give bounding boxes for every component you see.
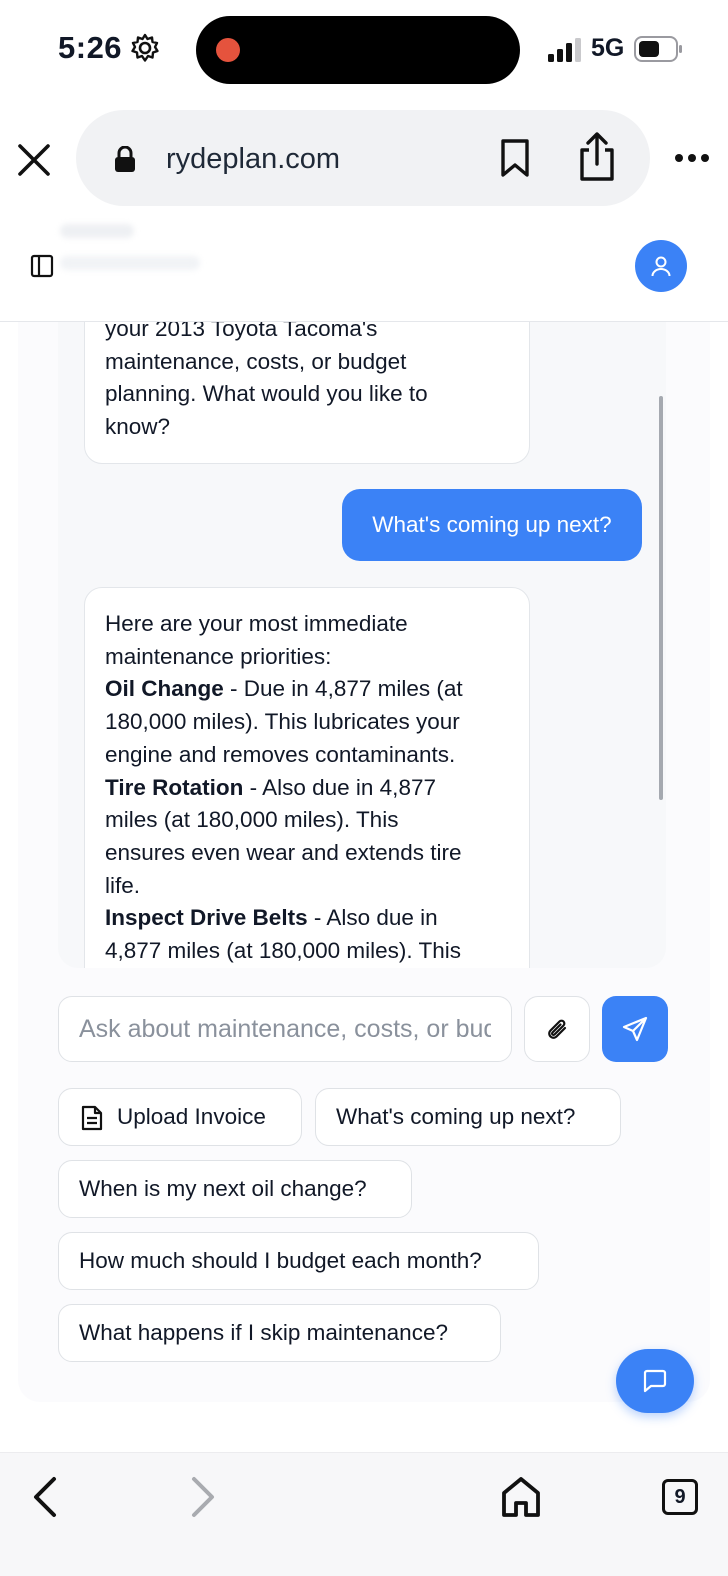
dynamic-island <box>196 16 520 84</box>
message-line: your 2013 Toyota Tacoma's <box>105 322 378 341</box>
priority-item-tire-rotation: Tire Rotation - Also due in 4,877 <box>105 772 509 805</box>
suggestion-chip-skip[interactable]: What happens if I skip maintenance? <box>58 1304 501 1362</box>
paperclip-icon <box>548 1019 567 1039</box>
tabs-button[interactable]: 9 <box>662 1479 698 1515</box>
chat-scrollbar[interactable] <box>659 396 663 800</box>
user-account-button[interactable] <box>635 240 687 292</box>
address-bar[interactable]: rydeplan.com <box>76 110 650 206</box>
chat-messages[interactable]: your 2013 Toyota Tacoma's maintenance, c… <box>58 322 666 968</box>
forward-icon[interactable] <box>186 1475 218 1519</box>
priority-title: Inspect Drive Belts <box>105 905 308 931</box>
battery-icon <box>634 36 682 62</box>
status-time: 5:26 <box>58 30 123 65</box>
upload-invoice-button[interactable]: Upload Invoice <box>58 1088 302 1146</box>
message-line: 4,877 miles (at 180,000 miles). This <box>105 938 462 964</box>
priority-title: Oil Change <box>105 676 224 702</box>
priority-detail: - Due in 4,877 miles (at <box>223 676 463 702</box>
back-icon[interactable] <box>30 1475 62 1519</box>
message-line: life. <box>105 872 141 898</box>
suggestion-chip-budget[interactable]: How much should I budget each month? <box>58 1232 539 1290</box>
close-icon[interactable] <box>14 140 54 180</box>
message-input[interactable] <box>58 996 512 1062</box>
priority-title: Tire Rotation <box>105 774 244 800</box>
bookmark-icon[interactable] <box>500 138 530 178</box>
attach-button[interactable] <box>524 996 590 1062</box>
status-bar: 5:26 5G <box>0 0 728 100</box>
chat-launcher-button[interactable] <box>616 1349 694 1413</box>
send-icon <box>622 1016 648 1042</box>
message-line: Here are your most immediate <box>105 611 408 636</box>
lock-icon <box>115 146 135 172</box>
suggestion-chip-oil-change[interactable]: When is my next oil change? <box>58 1160 412 1218</box>
priority-detail: - Also due in <box>307 905 438 931</box>
assistant-message: Here are your most immediate maintenance… <box>84 587 530 968</box>
blurred-vehicle-title <box>60 224 134 238</box>
message-line: planning. What would you like to <box>105 381 428 407</box>
user-message: What's coming up next? <box>342 489 642 561</box>
sidebar-toggle-icon[interactable] <box>30 254 54 278</box>
url-text: rydeplan.com <box>166 143 341 175</box>
suggestion-chip-next[interactable]: What's coming up next? <box>315 1088 621 1146</box>
chip-label: Upload Invoice <box>117 1104 266 1129</box>
app-header <box>0 214 728 322</box>
home-icon[interactable] <box>500 1475 542 1519</box>
share-icon[interactable] <box>578 132 616 182</box>
priority-item-drive-belts: Inspect Drive Belts - Also due in <box>105 902 509 935</box>
document-icon <box>81 1105 103 1131</box>
priority-detail: - Also due in 4,877 <box>243 774 436 800</box>
message-line: 180,000 miles). This lubricates your <box>105 709 460 735</box>
more-icon[interactable] <box>674 153 710 163</box>
message-line: maintenance, costs, or budget <box>105 348 407 374</box>
message-line: engine and removes contaminants. <box>105 741 456 767</box>
signal-icon <box>548 38 581 62</box>
user-icon <box>651 256 671 277</box>
recording-indicator-icon <box>216 38 240 62</box>
message-line: maintenance priorities: <box>105 643 332 669</box>
browser-toolbar: rydeplan.com <box>0 108 728 208</box>
blurred-vehicle-subtitle <box>60 256 200 270</box>
network-type: 5G <box>591 34 625 62</box>
chat-icon <box>643 1369 667 1393</box>
browser-bottom-bar: 9 <box>0 1452 728 1576</box>
message-line: know? <box>105 414 171 440</box>
message-line: ensures even wear and extends tire <box>105 839 462 865</box>
send-button[interactable] <box>602 996 668 1062</box>
message-line: miles (at 180,000 miles). This <box>105 807 399 833</box>
gear-icon <box>131 33 159 62</box>
priority-item-oil-change: Oil Change - Due in 4,877 miles (at <box>105 673 509 706</box>
assistant-message: your 2013 Toyota Tacoma's maintenance, c… <box>84 322 530 464</box>
